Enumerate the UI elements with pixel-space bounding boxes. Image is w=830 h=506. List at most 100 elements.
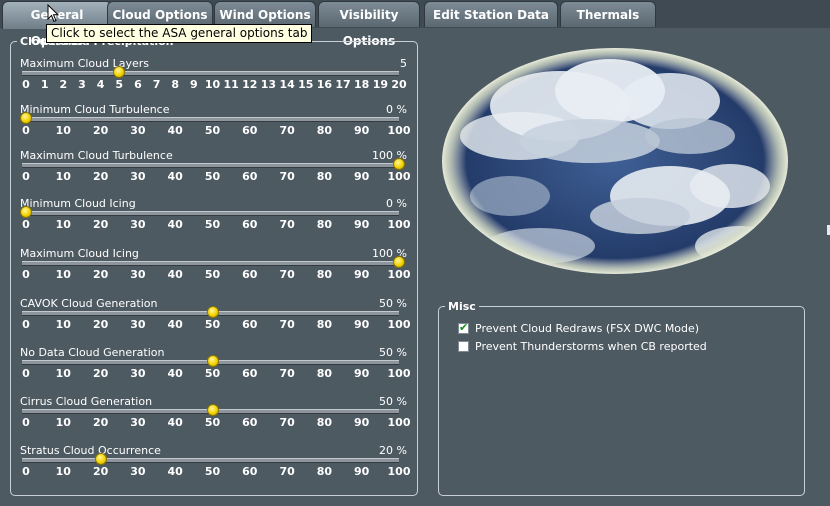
slider-tick-label: 70 <box>279 124 295 137</box>
slider-value: 50 % <box>379 346 407 359</box>
slider-row: Cirrus Cloud Generation 50 % 0 10 20 30 40 50 60… <box>20 395 412 441</box>
slider-tick-label: 19 <box>372 78 388 91</box>
slider-tick-label: 70 <box>279 465 295 478</box>
prevent-cloud-redraws-option[interactable]: ✔ Prevent Cloud Redraws (FSX DWC Mode) <box>458 320 699 336</box>
slider-tick-label: 10 <box>55 268 71 281</box>
slider-tick-label: 10 <box>55 124 71 137</box>
slider-tick-label: 20 <box>92 416 109 429</box>
slider-tick-label: 60 <box>242 124 258 137</box>
slider-tick-label: 80 <box>316 416 333 429</box>
slider-tick-label: 40 <box>167 268 183 281</box>
tab-visibility-options[interactable]: Visibility Options <box>318 1 420 48</box>
tab-thermals[interactable]: Thermals <box>560 1 656 27</box>
prevent-thunderstorms-label: Prevent Thunderstorms when CB reported <box>475 339 707 353</box>
slider-tick-label: 90 <box>354 318 370 331</box>
slider-tick-label: 30 <box>130 416 146 429</box>
slider-tick-label: 10 <box>204 78 221 91</box>
slider-value: 20 % <box>379 444 407 457</box>
slider-tick-label: 20 <box>92 465 109 478</box>
slider-thumb[interactable] <box>113 66 126 78</box>
prevent-cloud-redraws-label: Prevent Cloud Redraws (FSX DWC Mode) <box>475 321 700 335</box>
slider-tick-label: 20 <box>92 268 109 281</box>
slider-tick-label: 20 <box>92 218 109 231</box>
slider-row: Maximum Cloud Turbulence 100 % 0 10 20 30 40 50… <box>20 149 412 195</box>
slider-tick-label: 100 <box>387 218 411 231</box>
slider-tick-label: 90 <box>354 124 370 137</box>
slider-tick-label: 30 <box>130 218 146 231</box>
slider-thumb[interactable] <box>20 206 32 218</box>
slider-tick-label: 60 <box>242 318 258 331</box>
slider-tick-label: 50 <box>204 367 221 380</box>
slider-row: CAVOK Cloud Generation 50 % 0 10 20 30 40 50 60 7… <box>20 297 412 343</box>
slider-tick-label: 13 <box>260 78 277 91</box>
slider-label: CAVOK Cloud Generation <box>20 297 158 310</box>
slider-label: Maximum Cloud Icing <box>20 247 139 260</box>
slider-tick-label: 100 <box>387 416 411 429</box>
slider-tick-label: 50 <box>204 170 221 183</box>
slider-tick-label: 0 <box>22 78 30 91</box>
slider-tick-label: 40 <box>167 416 183 429</box>
slider-row: Stratus Cloud Occurrence 20 % 0 10 20 30 40 50 6… <box>20 444 412 490</box>
slider-tick-label: 16 <box>316 78 333 91</box>
slider-thumb[interactable] <box>393 256 405 268</box>
slider-tick-label: 30 <box>130 465 146 478</box>
tooltip: Click to select the ASA general options … <box>46 24 313 43</box>
slider-tick-label: 60 <box>242 218 258 231</box>
slider-thumb[interactable] <box>20 112 32 124</box>
slider-tick-label: 20 <box>92 318 109 331</box>
slider-tick-label: 5 <box>115 78 124 91</box>
slider-thumb[interactable] <box>206 404 219 416</box>
slider-tick-label: 8 <box>171 78 180 91</box>
slider-label: Maximum Cloud Layers <box>20 57 150 70</box>
slider-tick-label: 18 <box>354 78 370 91</box>
prevent-cloud-redraws-checkbox[interactable]: ✔ <box>458 321 469 334</box>
slider-row: Maximum Cloud Layers 5 0 1 2 3 4 5 6 7 8 9 10 11 12 13 1… <box>20 57 412 103</box>
tab-edit-station-data[interactable]: Edit Station Data <box>424 1 558 27</box>
slider-thumb[interactable] <box>393 158 405 170</box>
slider-track[interactable] <box>22 458 399 463</box>
slider-tick-label: 30 <box>130 170 146 183</box>
slider-tick-label: 0 <box>22 170 30 183</box>
slider-tick-label: 12 <box>242 78 258 91</box>
slider-tick-label: 20 <box>92 124 109 137</box>
slider-label: No Data Cloud Generation <box>20 346 165 359</box>
slider-tick-label: 50 <box>204 416 221 429</box>
slider-tick-label: 30 <box>130 318 146 331</box>
slider-label: Maximum Cloud Turbulence <box>20 149 173 162</box>
slider-tick-label: 6 <box>134 78 142 91</box>
slider-thumb[interactable] <box>206 355 219 367</box>
slider-tick-label: 30 <box>130 367 146 380</box>
slider-label: Minimum Cloud Turbulence <box>20 103 170 116</box>
slider-tick-label: 100 <box>387 465 411 478</box>
slider-track[interactable] <box>22 71 399 76</box>
prevent-thunderstorms-option[interactable]: Prevent Thunderstorms when CB reported <box>458 338 707 354</box>
slider-tick-label: 20 <box>92 170 109 183</box>
slider-thumb[interactable] <box>206 306 219 318</box>
slider-tick-label: 10 <box>55 218 71 231</box>
slider-tick-label: 80 <box>316 318 333 331</box>
slider-row: Minimum Cloud Turbulence 0 % 0 10 20 30 40 50 60… <box>20 103 412 149</box>
slider-tick-label: 40 <box>167 170 183 183</box>
slider-track[interactable] <box>22 211 399 216</box>
slider-tick-label: 70 <box>279 170 295 183</box>
slider-track[interactable] <box>22 163 399 168</box>
slider-track[interactable] <box>22 117 399 122</box>
slider-tick-label: 40 <box>167 124 183 137</box>
slider-tick-label: 80 <box>316 170 333 183</box>
slider-tick-label: 100 <box>387 268 411 281</box>
slider-tick-label: 90 <box>354 416 370 429</box>
slider-track[interactable] <box>22 261 399 266</box>
slider-tick-label: 80 <box>316 268 333 281</box>
slider-tick-label: 10 <box>55 318 71 331</box>
slider-tick-label: 20 <box>391 78 407 91</box>
slider-tick-label: 90 <box>354 268 370 281</box>
slider-row: Minimum Cloud Icing 0 % 0 10 20 30 40 50 60 70 80 9… <box>20 197 412 243</box>
slider-thumb[interactable] <box>94 453 107 465</box>
slider-value: 0 % <box>386 103 407 116</box>
prevent-thunderstorms-checkbox[interactable] <box>458 340 469 352</box>
slider-tick-label: 40 <box>167 465 183 478</box>
slider-tick-label: 10 <box>55 170 71 183</box>
slider-tick-label: 50 <box>204 124 221 137</box>
slider-tick-label: 100 <box>387 124 411 137</box>
slider-label: Cirrus Cloud Generation <box>20 395 153 408</box>
